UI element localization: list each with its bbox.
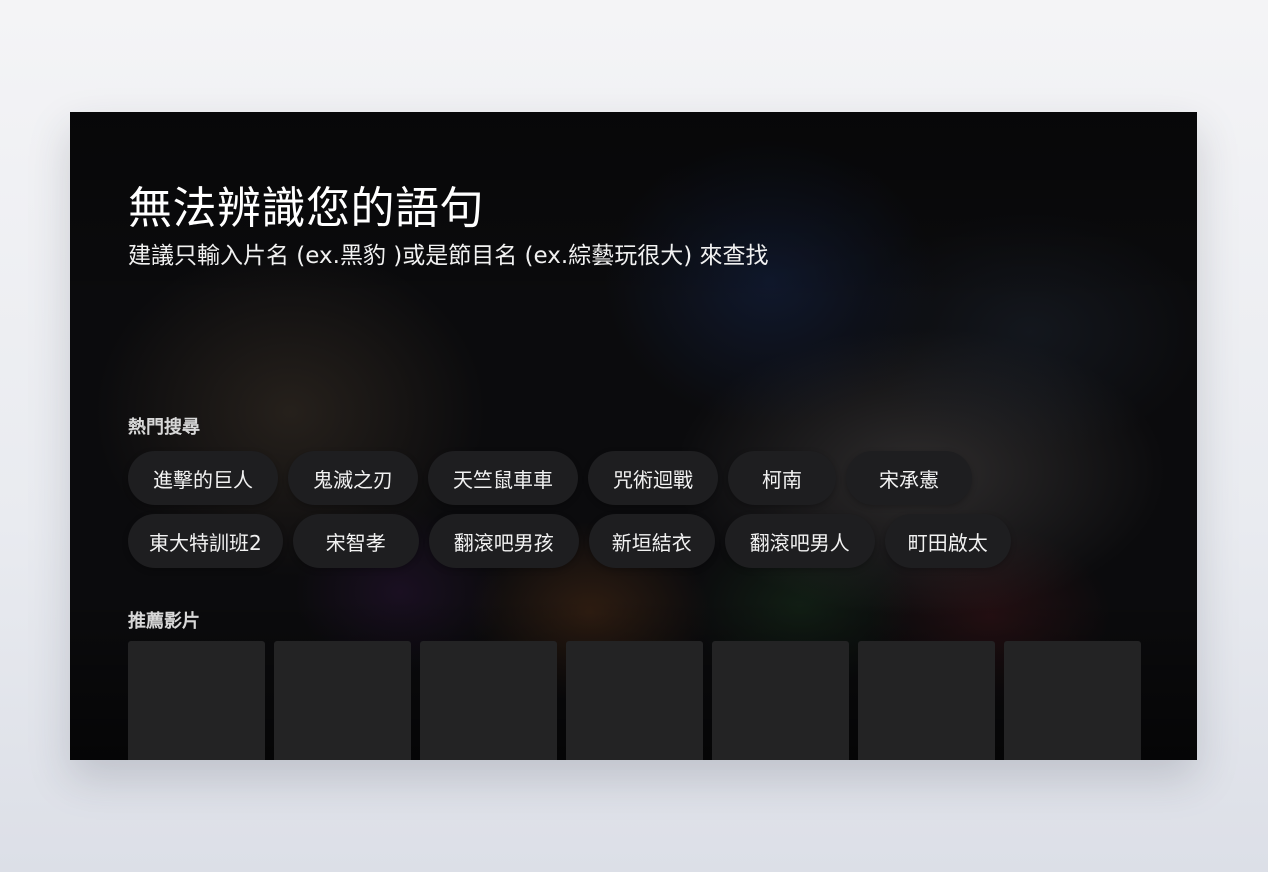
poster-card[interactable]	[858, 641, 995, 760]
hot-search-chip[interactable]: 進擊的巨人	[128, 451, 278, 505]
hot-searches-row-1: 進擊的巨人 鬼滅之刃 天竺鼠車車 咒術迴戰 柯南 宋承憲	[128, 451, 972, 505]
poster-card[interactable]	[274, 641, 411, 760]
recommended-posters	[128, 641, 1141, 760]
hot-search-chip[interactable]: 咒術迴戰	[588, 451, 718, 505]
page-subtitle: 建議只輸入片名 (ex.黑豹 )或是節目名 (ex.綜藝玩很大) 來查找	[128, 243, 769, 269]
hot-search-chip[interactable]: 宋智孝	[292, 514, 419, 568]
hot-searches-row-2: 東大特訓班2 宋智孝 翻滾吧男孩 新垣結衣 翻滾吧男人 町田啟太	[128, 514, 1011, 568]
search-result-panel: 無法辨識您的語句 建議只輸入片名 (ex.黑豹 )或是節目名 (ex.綜藝玩很大…	[70, 112, 1197, 760]
recommended-videos-label: 推薦影片	[128, 611, 200, 632]
poster-card[interactable]	[1004, 641, 1141, 760]
poster-card[interactable]	[128, 641, 265, 760]
hot-search-chip[interactable]: 東大特訓班2	[128, 514, 283, 568]
hot-searches-label: 熱門搜尋	[128, 417, 200, 438]
hot-search-chip[interactable]: 天竺鼠車車	[428, 451, 578, 505]
poster-card[interactable]	[566, 641, 703, 760]
hot-search-chip[interactable]: 鬼滅之刃	[288, 451, 418, 505]
tv-screen: 無法辨識您的語句 建議只輸入片名 (ex.黑豹 )或是節目名 (ex.綜藝玩很大…	[70, 112, 1197, 760]
hot-search-chip[interactable]: 町田啟太	[884, 514, 1011, 568]
poster-card[interactable]	[712, 641, 849, 760]
hot-search-chip[interactable]: 宋承憲	[846, 451, 972, 505]
hot-search-chip[interactable]: 新垣結衣	[588, 514, 715, 568]
poster-card[interactable]	[420, 641, 557, 760]
hot-search-chip[interactable]: 翻滾吧男孩	[428, 514, 579, 568]
hot-search-chip[interactable]: 翻滾吧男人	[724, 514, 875, 568]
page-title: 無法辨識您的語句	[128, 183, 484, 234]
hot-search-chip[interactable]: 柯南	[728, 451, 836, 505]
